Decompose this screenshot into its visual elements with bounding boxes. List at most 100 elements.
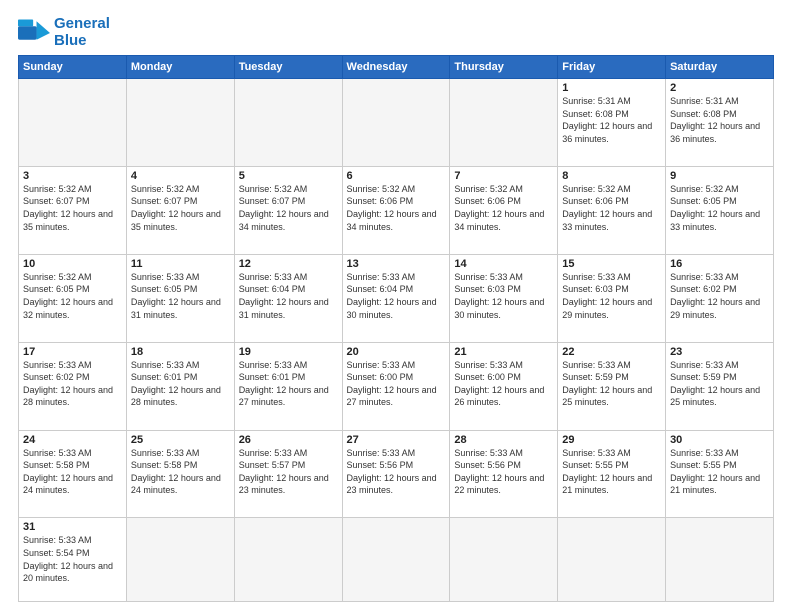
day-info: Sunrise: 5:32 AM Sunset: 6:07 PM Dayligh… [131, 183, 230, 233]
calendar-cell-2-0: 10Sunrise: 5:32 AM Sunset: 6:05 PM Dayli… [19, 254, 127, 342]
day-info: Sunrise: 5:33 AM Sunset: 6:01 PM Dayligh… [239, 359, 338, 409]
calendar-cell-4-2: 26Sunrise: 5:33 AM Sunset: 5:57 PM Dayli… [234, 430, 342, 518]
day-info: Sunrise: 5:33 AM Sunset: 6:00 PM Dayligh… [347, 359, 446, 409]
day-number: 20 [347, 346, 446, 358]
calendar-cell-0-5: 1Sunrise: 5:31 AM Sunset: 6:08 PM Daylig… [558, 79, 666, 167]
day-number: 2 [670, 82, 769, 94]
day-number: 22 [562, 346, 661, 358]
logo: General Blue [18, 16, 110, 49]
day-number: 15 [562, 258, 661, 270]
calendar-cell-2-3: 13Sunrise: 5:33 AM Sunset: 6:04 PM Dayli… [342, 254, 450, 342]
page: General Blue SundayMondayTuesdayWednesda… [0, 0, 792, 612]
calendar-cell-3-4: 21Sunrise: 5:33 AM Sunset: 6:00 PM Dayli… [450, 342, 558, 430]
calendar-cell-2-5: 15Sunrise: 5:33 AM Sunset: 6:03 PM Dayli… [558, 254, 666, 342]
day-number: 10 [23, 258, 122, 270]
day-info: Sunrise: 5:33 AM Sunset: 6:00 PM Dayligh… [454, 359, 553, 409]
calendar-cell-5-6 [666, 518, 774, 602]
calendar-cell-0-2 [234, 79, 342, 167]
calendar-cell-0-0 [19, 79, 127, 167]
calendar-cell-1-4: 7Sunrise: 5:32 AM Sunset: 6:06 PM Daylig… [450, 166, 558, 254]
calendar-cell-5-3 [342, 518, 450, 602]
calendar-cell-2-1: 11Sunrise: 5:33 AM Sunset: 6:05 PM Dayli… [126, 254, 234, 342]
calendar-cell-4-6: 30Sunrise: 5:33 AM Sunset: 5:55 PM Dayli… [666, 430, 774, 518]
calendar-cell-4-4: 28Sunrise: 5:33 AM Sunset: 5:56 PM Dayli… [450, 430, 558, 518]
calendar-cell-5-1 [126, 518, 234, 602]
day-number: 8 [562, 170, 661, 182]
weekday-header-friday: Friday [558, 56, 666, 79]
day-number: 1 [562, 82, 661, 94]
calendar-cell-3-5: 22Sunrise: 5:33 AM Sunset: 5:59 PM Dayli… [558, 342, 666, 430]
logo-blue: Blue [54, 32, 87, 49]
day-info: Sunrise: 5:33 AM Sunset: 6:03 PM Dayligh… [454, 271, 553, 321]
day-number: 29 [562, 434, 661, 446]
calendar-cell-0-3 [342, 79, 450, 167]
day-info: Sunrise: 5:33 AM Sunset: 6:04 PM Dayligh… [347, 271, 446, 321]
calendar-cell-3-6: 23Sunrise: 5:33 AM Sunset: 5:59 PM Dayli… [666, 342, 774, 430]
weekday-header-row: SundayMondayTuesdayWednesdayThursdayFrid… [19, 56, 774, 79]
day-info: Sunrise: 5:33 AM Sunset: 5:54 PM Dayligh… [23, 534, 122, 584]
week-row-5: 31Sunrise: 5:33 AM Sunset: 5:54 PM Dayli… [19, 518, 774, 602]
week-row-2: 10Sunrise: 5:32 AM Sunset: 6:05 PM Dayli… [19, 254, 774, 342]
generalblue-logo-icon [18, 19, 50, 47]
calendar-cell-3-0: 17Sunrise: 5:33 AM Sunset: 6:02 PM Dayli… [19, 342, 127, 430]
calendar-cell-1-2: 5Sunrise: 5:32 AM Sunset: 6:07 PM Daylig… [234, 166, 342, 254]
day-info: Sunrise: 5:31 AM Sunset: 6:08 PM Dayligh… [670, 95, 769, 145]
day-number: 28 [454, 434, 553, 446]
calendar-cell-0-6: 2Sunrise: 5:31 AM Sunset: 6:08 PM Daylig… [666, 79, 774, 167]
calendar-cell-3-1: 18Sunrise: 5:33 AM Sunset: 6:01 PM Dayli… [126, 342, 234, 430]
day-info: Sunrise: 5:32 AM Sunset: 6:07 PM Dayligh… [23, 183, 122, 233]
day-info: Sunrise: 5:33 AM Sunset: 5:58 PM Dayligh… [23, 447, 122, 497]
day-number: 27 [347, 434, 446, 446]
day-info: Sunrise: 5:33 AM Sunset: 6:05 PM Dayligh… [131, 271, 230, 321]
day-number: 17 [23, 346, 122, 358]
weekday-header-sunday: Sunday [19, 56, 127, 79]
day-info: Sunrise: 5:33 AM Sunset: 5:55 PM Dayligh… [562, 447, 661, 497]
day-number: 25 [131, 434, 230, 446]
day-number: 16 [670, 258, 769, 270]
weekday-header-tuesday: Tuesday [234, 56, 342, 79]
week-row-1: 3Sunrise: 5:32 AM Sunset: 6:07 PM Daylig… [19, 166, 774, 254]
day-info: Sunrise: 5:33 AM Sunset: 6:02 PM Dayligh… [670, 271, 769, 321]
calendar-cell-5-2 [234, 518, 342, 602]
calendar-cell-0-4 [450, 79, 558, 167]
day-number: 24 [23, 434, 122, 446]
calendar-cell-4-3: 27Sunrise: 5:33 AM Sunset: 5:56 PM Dayli… [342, 430, 450, 518]
day-info: Sunrise: 5:31 AM Sunset: 6:08 PM Dayligh… [562, 95, 661, 145]
weekday-header-wednesday: Wednesday [342, 56, 450, 79]
day-info: Sunrise: 5:33 AM Sunset: 5:59 PM Dayligh… [562, 359, 661, 409]
week-row-3: 17Sunrise: 5:33 AM Sunset: 6:02 PM Dayli… [19, 342, 774, 430]
day-number: 18 [131, 346, 230, 358]
day-number: 31 [23, 521, 122, 533]
logo-text: General Blue [54, 16, 110, 49]
day-info: Sunrise: 5:33 AM Sunset: 5:58 PM Dayligh… [131, 447, 230, 497]
day-info: Sunrise: 5:33 AM Sunset: 5:59 PM Dayligh… [670, 359, 769, 409]
calendar-cell-1-3: 6Sunrise: 5:32 AM Sunset: 6:06 PM Daylig… [342, 166, 450, 254]
day-number: 13 [347, 258, 446, 270]
calendar-cell-3-2: 19Sunrise: 5:33 AM Sunset: 6:01 PM Dayli… [234, 342, 342, 430]
day-number: 23 [670, 346, 769, 358]
day-info: Sunrise: 5:33 AM Sunset: 5:55 PM Dayligh… [670, 447, 769, 497]
day-info: Sunrise: 5:33 AM Sunset: 6:04 PM Dayligh… [239, 271, 338, 321]
day-number: 30 [670, 434, 769, 446]
day-number: 9 [670, 170, 769, 182]
calendar-cell-1-5: 8Sunrise: 5:32 AM Sunset: 6:06 PM Daylig… [558, 166, 666, 254]
weekday-header-thursday: Thursday [450, 56, 558, 79]
calendar-cell-2-2: 12Sunrise: 5:33 AM Sunset: 6:04 PM Dayli… [234, 254, 342, 342]
day-number: 11 [131, 258, 230, 270]
calendar-cell-2-4: 14Sunrise: 5:33 AM Sunset: 6:03 PM Dayli… [450, 254, 558, 342]
weekday-header-monday: Monday [126, 56, 234, 79]
day-info: Sunrise: 5:33 AM Sunset: 6:03 PM Dayligh… [562, 271, 661, 321]
day-number: 5 [239, 170, 338, 182]
day-info: Sunrise: 5:33 AM Sunset: 5:56 PM Dayligh… [347, 447, 446, 497]
day-info: Sunrise: 5:33 AM Sunset: 5:57 PM Dayligh… [239, 447, 338, 497]
calendar-cell-5-4 [450, 518, 558, 602]
day-info: Sunrise: 5:32 AM Sunset: 6:06 PM Dayligh… [562, 183, 661, 233]
logo-general: General [54, 15, 110, 32]
day-number: 7 [454, 170, 553, 182]
day-info: Sunrise: 5:32 AM Sunset: 6:06 PM Dayligh… [454, 183, 553, 233]
header: General Blue [18, 16, 774, 49]
day-info: Sunrise: 5:32 AM Sunset: 6:07 PM Dayligh… [239, 183, 338, 233]
calendar-cell-1-6: 9Sunrise: 5:32 AM Sunset: 6:05 PM Daylig… [666, 166, 774, 254]
day-info: Sunrise: 5:33 AM Sunset: 6:01 PM Dayligh… [131, 359, 230, 409]
week-row-0: 1Sunrise: 5:31 AM Sunset: 6:08 PM Daylig… [19, 79, 774, 167]
